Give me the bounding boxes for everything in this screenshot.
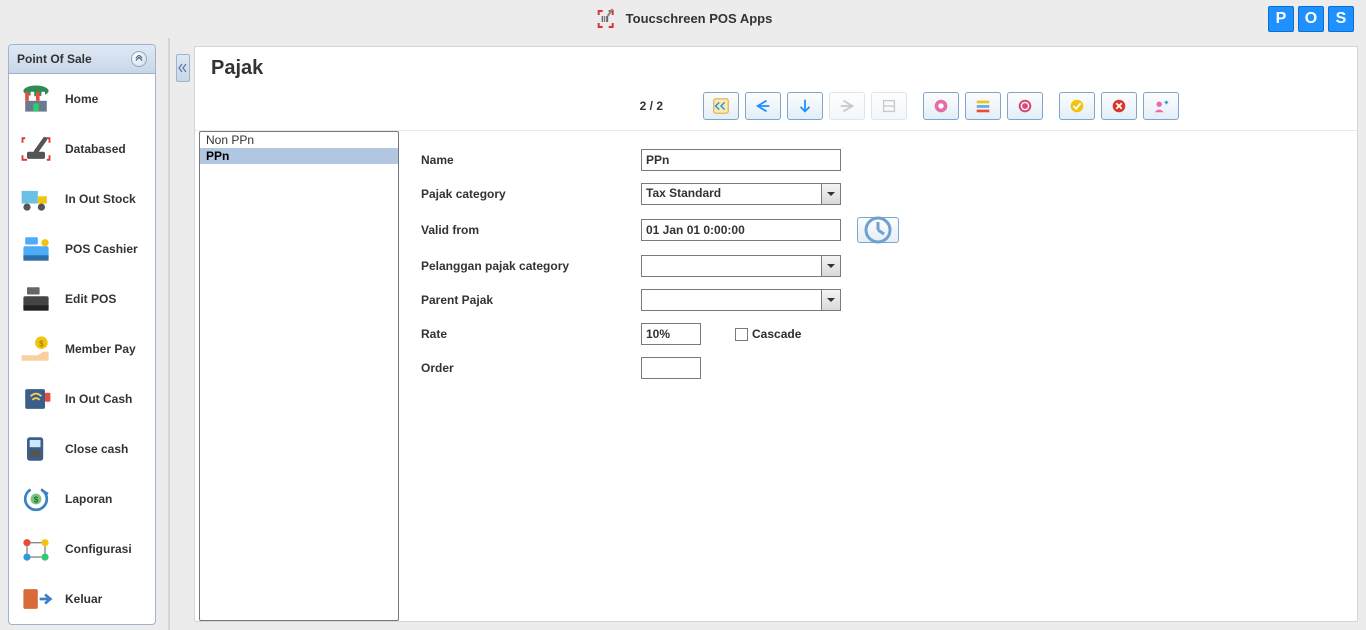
sidebar-header[interactable]: Point Of Sale	[9, 45, 155, 74]
sidebar-item-label: Configurasi	[65, 542, 132, 556]
sidebar-title: Point Of Sale	[17, 52, 92, 66]
custcat-value	[641, 255, 821, 277]
svg-text:$: $	[39, 339, 44, 348]
tax-list[interactable]: Non PPn PPn	[199, 131, 399, 621]
save-button[interactable]	[1059, 92, 1095, 120]
cascade-label: Cascade	[752, 327, 801, 341]
cash-register-icon	[17, 232, 55, 266]
rate-input[interactable]	[641, 323, 701, 345]
label-custcat: Pelanggan pajak category	[421, 259, 641, 273]
barcode-scanner-icon	[594, 7, 618, 31]
sidebar-item-label: In Out Cash	[65, 392, 132, 406]
sidebar-item-memberpay[interactable]: $ Member Pay	[9, 324, 155, 374]
workflow-icon	[17, 532, 55, 566]
sidebar-item-label: In Out Stock	[65, 192, 136, 206]
sidebar-item-label: Laporan	[65, 492, 112, 506]
page-panel: Pajak 2 / 2	[194, 46, 1358, 622]
nav-next-button	[829, 92, 865, 120]
sidebar-item-label: Home	[65, 92, 98, 106]
category-select[interactable]: Tax Standard	[641, 183, 841, 205]
sidebar-item-configurasi[interactable]: Configurasi	[9, 524, 155, 574]
action-list-button[interactable]	[965, 92, 1001, 120]
sidebar-item-label: POS Cashier	[65, 242, 138, 256]
action-link-button[interactable]	[1007, 92, 1043, 120]
custcat-select[interactable]	[641, 255, 841, 277]
label-rate: Rate	[421, 327, 641, 341]
parent-select[interactable]	[641, 289, 841, 311]
app-logo: P O S	[1268, 6, 1354, 32]
logo-letter-s: S	[1328, 6, 1354, 32]
nav-first-button[interactable]	[703, 92, 739, 120]
page-title: Pajak	[195, 47, 1357, 86]
logo-letter-p: P	[1268, 6, 1294, 32]
label-order: Order	[421, 361, 641, 375]
nav-prev-button[interactable]	[745, 92, 781, 120]
top-bar: Toucschreen POS Apps P O S	[0, 0, 1366, 38]
delivery-truck-icon	[17, 182, 55, 216]
logo-letter-o: O	[1298, 6, 1324, 32]
sidebar-item-poscashier[interactable]: POS Cashier	[9, 224, 155, 274]
report-refresh-icon: $	[17, 482, 55, 516]
parent-value	[641, 289, 821, 311]
app-title-group: Toucschreen POS Apps	[594, 7, 773, 31]
label-category: Pajak category	[421, 187, 641, 201]
sidebar-item-label: Edit POS	[65, 292, 116, 306]
checkbox-box[interactable]	[735, 328, 748, 341]
collapse-up-icon[interactable]	[131, 51, 147, 67]
database-icon	[17, 132, 55, 166]
nav-down-button[interactable]	[787, 92, 823, 120]
splitter-grip[interactable]	[176, 54, 190, 82]
sidebar-wrap: Point Of Sale Home Databased In Out Stoc…	[0, 38, 170, 630]
label-parent: Parent Pajak	[421, 293, 641, 307]
label-validfrom: Valid from	[421, 223, 641, 237]
record-counter: 2 / 2	[363, 99, 663, 113]
label-name: Name	[421, 153, 641, 167]
sidebar-item-label: Databased	[65, 142, 126, 156]
sidebar-item-label: Close cash	[65, 442, 128, 456]
adduser-button[interactable]	[1143, 92, 1179, 120]
sidebar-item-keluar[interactable]: Keluar	[9, 574, 155, 624]
cascade-checkbox[interactable]: Cascade	[735, 327, 801, 341]
sidebar-item-inoutstock[interactable]: In Out Stock	[9, 174, 155, 224]
validfrom-input[interactable]	[641, 219, 841, 241]
exit-icon	[17, 582, 55, 616]
name-input[interactable]	[641, 149, 841, 171]
sidebar-item-label: Keluar	[65, 592, 102, 606]
form-panel: Name Pajak category Tax Standard Valid f…	[399, 131, 1357, 621]
chevron-down-icon[interactable]	[821, 183, 841, 205]
app-title: Toucschreen POS Apps	[626, 11, 773, 26]
sidebar-item-label: Member Pay	[65, 342, 136, 356]
delete-button[interactable]	[1101, 92, 1137, 120]
sidebar-item-inoutcash[interactable]: In Out Cash	[9, 374, 155, 424]
svg-text:$: $	[34, 496, 39, 505]
sidebar-panel: Point Of Sale Home Databased In Out Stoc…	[8, 44, 156, 625]
sidebar-item-editpos[interactable]: Edit POS	[9, 274, 155, 324]
home-icon	[17, 82, 55, 116]
hand-coin-icon: $	[17, 332, 55, 366]
order-input[interactable]	[641, 357, 701, 379]
date-picker-button[interactable]	[857, 217, 899, 243]
refresh-button	[871, 92, 907, 120]
edit-register-icon	[17, 282, 55, 316]
chevron-down-icon[interactable]	[821, 289, 841, 311]
card-reader-icon	[17, 432, 55, 466]
sidebar-item-closecash[interactable]: Close cash	[9, 424, 155, 474]
action-gear-button[interactable]	[923, 92, 959, 120]
sidebar-item-laporan[interactable]: $ Laporan	[9, 474, 155, 524]
sidebar-item-databased[interactable]: Databased	[9, 124, 155, 174]
chevron-down-icon[interactable]	[821, 255, 841, 277]
nfc-terminal-icon	[17, 382, 55, 416]
category-value: Tax Standard	[641, 183, 821, 205]
list-item[interactable]: PPn	[200, 148, 398, 164]
list-item[interactable]: Non PPn	[200, 132, 398, 148]
sidebar-item-home[interactable]: Home	[9, 74, 155, 124]
